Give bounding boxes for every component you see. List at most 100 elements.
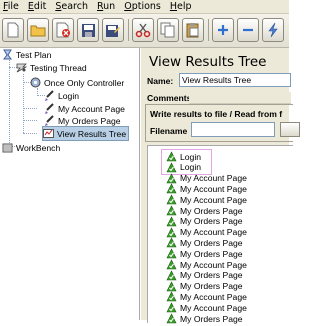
comments-field[interactable] <box>189 92 291 104</box>
tree-connector <box>9 60 10 147</box>
sampler-icon <box>44 115 55 126</box>
result-item[interactable]: My Account Page <box>166 172 247 184</box>
result-label: My Account Page <box>180 194 247 205</box>
save-button[interactable] <box>77 18 99 42</box>
toolbar-separator <box>208 19 209 41</box>
tree-node-label: View Results Tree <box>57 128 127 139</box>
result-item[interactable]: My Orders Page <box>166 237 243 248</box>
success-icon <box>166 226 177 238</box>
file-panel-title: Write results to file / Read from f <box>150 109 283 119</box>
result-item[interactable]: Login <box>166 162 201 173</box>
result-label: My Orders Page <box>180 205 243 216</box>
result-item[interactable]: My Orders Page <box>166 270 243 281</box>
tree-node-label: My Account Page <box>58 103 125 114</box>
new-button[interactable] <box>2 18 24 42</box>
open-button[interactable] <box>27 18 49 42</box>
result-item[interactable]: My Orders Page <box>166 313 243 324</box>
new-icon <box>7 22 19 38</box>
success-icon <box>166 291 177 302</box>
tree-node-testing-thread[interactable]: Testing Thread <box>16 61 87 74</box>
listener-icon <box>43 128 54 139</box>
page-title: View Results Tree <box>149 54 267 70</box>
success-icon <box>166 194 177 205</box>
toolbar <box>0 14 289 48</box>
close-icon <box>56 22 70 38</box>
result-label: My Orders Page <box>180 270 243 281</box>
result-label: My Account Page <box>180 291 247 302</box>
success-icon <box>166 302 177 313</box>
result-item[interactable]: My Account Page <box>166 291 247 302</box>
copy-icon <box>160 22 175 38</box>
tree-node-login[interactable]: Login <box>44 89 79 102</box>
tree-connector <box>23 133 37 134</box>
tree-node-label: My Orders Page <box>58 115 121 126</box>
result-label: My Account Page <box>180 183 247 194</box>
menu-run[interactable]: Run <box>97 1 115 12</box>
tree-node-view-results-tree[interactable]: View Results Tree <box>41 126 130 141</box>
comments-label: Comments: <box>147 93 195 103</box>
result-item[interactable]: My Account Page <box>166 226 247 238</box>
menu-search[interactable]: Search <box>55 1 88 12</box>
menu-help[interactable]: Help <box>170 1 192 12</box>
browse-button[interactable] <box>280 122 300 137</box>
test-plan-tree: Test Plan Testing Thread Once Only Contr… <box>0 48 140 320</box>
collapse-icon <box>243 28 253 32</box>
expand-button[interactable] <box>212 18 234 42</box>
tree-node-workbench[interactable]: WorkBench <box>2 141 60 154</box>
paste-icon <box>186 23 199 38</box>
result-label: My Account Page <box>180 173 247 184</box>
filename-field[interactable] <box>191 122 275 137</box>
tree-node-test-plan[interactable]: Test Plan <box>2 48 51 61</box>
result-item[interactable]: My Account Page <box>166 302 247 313</box>
filename-label: Filename <box>150 126 188 136</box>
result-label: Login <box>180 162 202 173</box>
collapse-button[interactable] <box>237 18 259 42</box>
result-item[interactable]: My Orders Page <box>166 205 243 216</box>
result-item[interactable]: My Account Page <box>166 259 247 270</box>
open-icon <box>30 25 46 37</box>
menu-file[interactable]: File <box>3 1 19 12</box>
result-label: My Account Page <box>180 227 247 238</box>
result-label: My Orders Page <box>180 248 243 259</box>
tree-node-label: Test Plan <box>16 49 52 60</box>
success-icon <box>166 248 177 259</box>
success-icon <box>166 280 177 292</box>
test-plan-icon <box>2 49 13 60</box>
result-item[interactable]: Login <box>166 151 201 162</box>
result-label: My Orders Page <box>180 313 243 324</box>
result-label: My Account Page <box>180 302 247 313</box>
tree-connector <box>23 108 37 109</box>
tree-node-label: Once Only Controller <box>44 77 125 88</box>
result-item[interactable]: My Account Page <box>166 183 247 194</box>
result-item[interactable]: My Account Page <box>166 194 247 205</box>
tree-node-my-orders-page[interactable]: My Orders Page <box>44 114 121 127</box>
file-panel: Write results to file / Read from f File… <box>145 104 300 142</box>
name-field[interactable]: View Results Tree <box>179 73 291 87</box>
sampler-icon <box>44 90 55 101</box>
result-label: My Orders Page <box>180 281 243 292</box>
success-icon <box>166 313 177 324</box>
save-as-button[interactable] <box>102 18 124 42</box>
thread-group-icon <box>16 62 28 73</box>
cut-button[interactable] <box>132 18 154 42</box>
paste-button[interactable] <box>182 18 204 42</box>
success-icon <box>166 270 177 281</box>
toggle-button[interactable] <box>262 18 284 42</box>
result-label: Login <box>180 151 202 162</box>
result-label: My Orders Page <box>180 237 243 248</box>
result-item[interactable]: My Orders Page <box>166 216 243 227</box>
result-item[interactable]: My Orders Page <box>166 248 243 259</box>
copy-button[interactable] <box>157 18 179 42</box>
tree-node-once-only-controller[interactable]: Once Only Controller <box>30 76 124 89</box>
close-button[interactable] <box>52 18 74 42</box>
menu-edit[interactable]: Edit <box>28 1 46 12</box>
name-label: Name: <box>147 76 174 86</box>
success-icon <box>166 205 177 216</box>
result-item[interactable]: My Orders Page <box>166 280 243 292</box>
listener-panel: View Results Tree Name: View Results Tre… <box>141 48 300 324</box>
result-label: My Account Page <box>180 259 247 270</box>
success-icon <box>166 162 177 173</box>
menu-options[interactable]: Options <box>124 1 161 12</box>
expand-icon <box>218 25 228 35</box>
tree-connector <box>23 120 37 121</box>
